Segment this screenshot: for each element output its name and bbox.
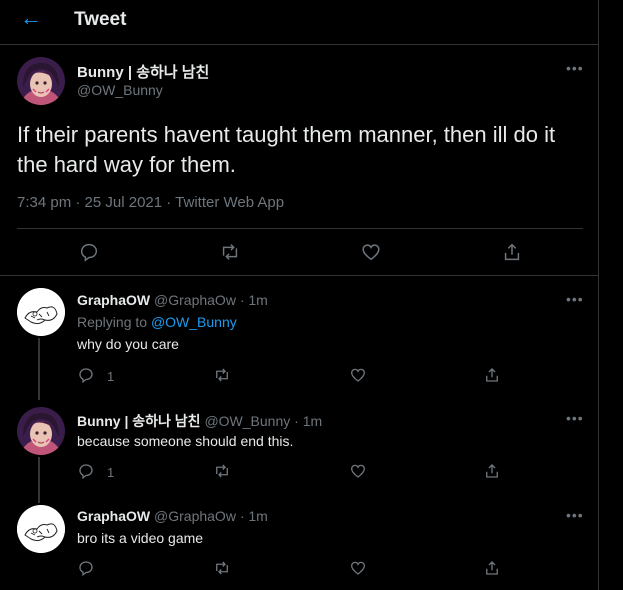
reply-text: why do you care (77, 336, 179, 352)
author-name[interactable]: Bunny | 송하나 남친 (77, 413, 201, 429)
reply-icon[interactable] (77, 462, 95, 480)
thread-line (38, 457, 40, 503)
share-icon[interactable] (483, 559, 501, 577)
replying-to: Replying to @OW_Bunny (77, 314, 237, 330)
reply-time[interactable]: · 1m (294, 413, 322, 429)
retweet-icon[interactable] (213, 462, 231, 480)
author-name[interactable]: GraphaOW (77, 292, 150, 308)
like-icon[interactable] (349, 462, 367, 480)
reply-header: GraphaOW @GraphaOw · 1m (77, 508, 268, 524)
thread-line (38, 338, 40, 400)
replying-to-link[interactable]: @OW_Bunny (151, 314, 237, 330)
reply-time[interactable]: · 1m (240, 292, 268, 308)
replying-prefix: Replying to (77, 314, 148, 330)
reply-count: 1 (107, 465, 115, 480)
reply-icon[interactable] (77, 559, 95, 577)
avatar[interactable] (17, 505, 65, 553)
tweet-column: ← Tweet Bunny | 송하나 남친 @OW_Bunny ••• If … (0, 0, 599, 590)
page-title: Tweet (74, 9, 127, 30)
retweet-icon[interactable] (213, 559, 231, 577)
retweet-icon[interactable] (219, 241, 241, 263)
reply-header: Bunny | 송하나 남친 @OW_Bunny · 1m (77, 411, 322, 431)
avatar[interactable] (17, 57, 65, 105)
retweet-icon[interactable] (213, 366, 231, 384)
author-handle[interactable]: @OW_Bunny (204, 413, 290, 429)
reply-count: 1 (107, 369, 115, 384)
reply-icon[interactable] (78, 241, 100, 263)
tweet-meta[interactable]: 7:34 pm · 25 Jul 2021 · Twitter Web App (17, 194, 284, 211)
tweet-text: If their parents havent taught them mann… (17, 122, 556, 177)
like-icon[interactable] (360, 241, 382, 263)
share-icon[interactable] (483, 462, 501, 480)
like-icon[interactable] (349, 366, 367, 384)
author-handle[interactable]: @GraphaOw (154, 508, 236, 524)
reply-icon[interactable] (77, 366, 95, 384)
author-handle[interactable]: @GraphaOw (154, 292, 236, 308)
more-icon[interactable]: ••• (566, 507, 584, 523)
reply-text: bro its a video game (77, 530, 204, 546)
avatar[interactable] (17, 407, 65, 455)
top-bar: ← Tweet (0, 0, 598, 45)
more-icon[interactable]: ••• (566, 410, 584, 426)
more-icon[interactable]: ••• (566, 60, 584, 76)
reply-header: GraphaOW @GraphaOw · 1m (77, 292, 268, 308)
author-name[interactable]: GraphaOW (77, 508, 150, 524)
like-icon[interactable] (349, 559, 367, 577)
author-name[interactable]: Bunny | 송하나 남친 (77, 61, 209, 82)
share-icon[interactable] (501, 241, 523, 263)
avatar[interactable] (17, 288, 65, 336)
author-handle[interactable]: @OW_Bunny (77, 82, 163, 98)
divider (0, 275, 598, 276)
share-icon[interactable] (483, 366, 501, 384)
reply-text: because someone should end this. (77, 433, 294, 449)
arrow-left-icon[interactable]: ← (20, 7, 42, 29)
more-icon[interactable]: ••• (566, 291, 584, 307)
divider (17, 228, 583, 229)
reply-time[interactable]: · 1m (240, 508, 268, 524)
